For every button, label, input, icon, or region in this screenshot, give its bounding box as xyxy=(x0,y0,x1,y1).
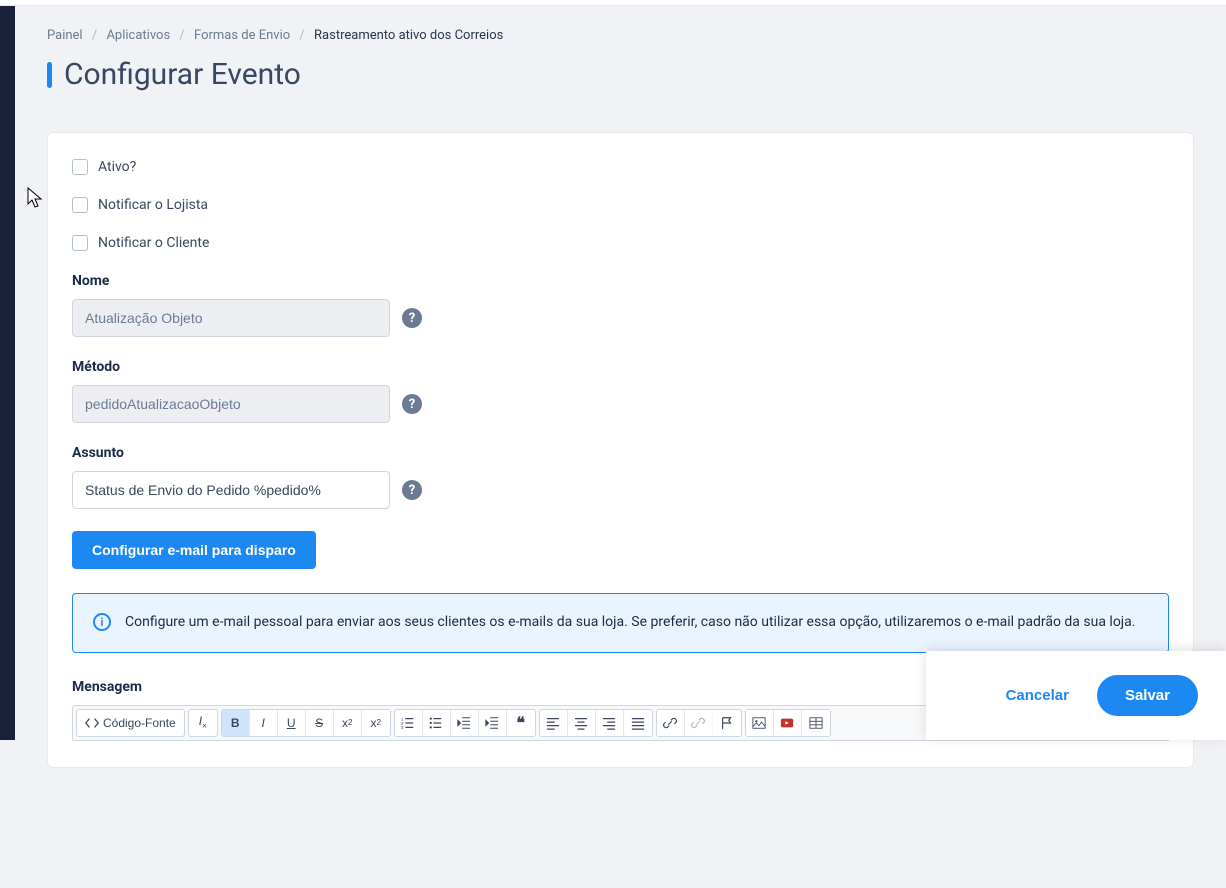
btn-configurar-email[interactable]: Configurar e-mail para disparo xyxy=(72,531,316,569)
table-icon xyxy=(809,716,823,730)
toolbar-table-button[interactable] xyxy=(802,710,830,736)
indent-icon xyxy=(485,716,499,730)
topbar xyxy=(0,0,1226,6)
breadcrumb-current: Rastreamento ativo dos Correios xyxy=(314,28,503,43)
breadcrumb: Painel / Aplicativos / Formas de Envio /… xyxy=(47,28,1194,43)
toolbar-italic-button[interactable]: I xyxy=(250,710,278,736)
checkbox-label: Notificar o Cliente xyxy=(98,235,209,251)
breadcrumb-link-painel[interactable]: Painel xyxy=(47,28,83,43)
toolbar-underline-button[interactable]: U xyxy=(278,710,306,736)
toolbar-source-label: Código-Fonte xyxy=(103,716,176,730)
checkbox-notificar-cliente[interactable]: Notificar o Cliente xyxy=(72,235,1169,251)
align-right-icon xyxy=(602,716,616,730)
toolbar-anchor-button[interactable] xyxy=(713,710,741,736)
help-icon[interactable]: ? xyxy=(402,480,422,500)
checkbox-label: Ativo? xyxy=(98,159,136,175)
checkbox-icon xyxy=(72,197,88,213)
ol-icon: 123 xyxy=(401,716,415,730)
toolbar-align-left-button[interactable] xyxy=(540,710,568,736)
toolbar-align-justify-button[interactable] xyxy=(624,710,652,736)
cancel-button[interactable]: Cancelar xyxy=(1006,687,1069,704)
input-nome[interactable] xyxy=(72,299,390,337)
checkbox-ativo[interactable]: Ativo? xyxy=(72,159,1169,175)
toolbar-indent-button[interactable] xyxy=(479,710,507,736)
breadcrumb-separator: / xyxy=(179,28,184,43)
info-box: i Configure um e-mail pessoal para envia… xyxy=(72,593,1169,653)
toolbar-align-center-button[interactable] xyxy=(568,710,596,736)
field-metodo: Método ? xyxy=(72,359,1169,423)
info-icon: i xyxy=(93,613,111,631)
save-button[interactable]: Salvar xyxy=(1097,675,1198,716)
page-title: Configurar Evento xyxy=(64,57,301,92)
outdent-icon xyxy=(457,716,471,730)
toolbar-bullet-list-button[interactable] xyxy=(423,710,451,736)
input-assunto[interactable] xyxy=(72,471,390,509)
checkbox-icon xyxy=(72,159,88,175)
field-label-metodo: Método xyxy=(72,359,1169,375)
sidebar xyxy=(0,0,15,740)
toolbar-subscript-button[interactable]: x2 xyxy=(334,710,362,736)
breadcrumb-separator: / xyxy=(299,28,304,43)
toolbar-unlink-button[interactable] xyxy=(685,710,713,736)
title-accent-bar xyxy=(47,62,52,88)
link-icon xyxy=(663,716,677,730)
toolbar-source-button[interactable]: Código-Fonte xyxy=(77,710,184,736)
image-icon xyxy=(752,716,766,730)
main-content: Painel / Aplicativos / Formas de Envio /… xyxy=(15,0,1226,888)
video-icon xyxy=(780,716,794,730)
breadcrumb-link-aplicativos[interactable]: Aplicativos xyxy=(106,28,170,43)
checkbox-icon xyxy=(72,235,88,251)
toolbar-numbered-list-button[interactable]: 123 xyxy=(395,710,423,736)
toolbar-image-button[interactable] xyxy=(746,710,774,736)
field-assunto: Assunto ? xyxy=(72,445,1169,509)
align-justify-icon xyxy=(631,716,645,730)
checkbox-notificar-lojista[interactable]: Notificar o Lojista xyxy=(72,197,1169,213)
footer-action-bar: Cancelar Salvar xyxy=(926,651,1226,740)
help-icon[interactable]: ? xyxy=(402,394,422,414)
code-icon xyxy=(85,716,99,730)
field-label-nome: Nome xyxy=(72,273,1169,289)
flag-icon xyxy=(720,716,734,730)
info-text: Configure um e-mail pessoal para enviar … xyxy=(125,612,1135,634)
field-nome: Nome ? xyxy=(72,273,1169,337)
toolbar-remove-format-button[interactable]: I× xyxy=(189,710,217,736)
breadcrumb-link-formas-envio[interactable]: Formas de Envio xyxy=(194,28,290,43)
input-metodo[interactable] xyxy=(72,385,390,423)
toolbar-strike-button[interactable]: S xyxy=(306,710,334,736)
checkbox-label: Notificar o Lojista xyxy=(98,197,208,213)
ul-icon xyxy=(429,716,443,730)
toolbar-blockquote-button[interactable]: ❝ xyxy=(507,710,535,736)
page-title-wrap: Configurar Evento xyxy=(47,57,1194,92)
unlink-icon xyxy=(691,716,705,730)
align-center-icon xyxy=(574,716,588,730)
breadcrumb-separator: / xyxy=(92,28,97,43)
toolbar-video-button[interactable] xyxy=(774,710,802,736)
toolbar-link-button[interactable] xyxy=(657,710,685,736)
toolbar-align-right-button[interactable] xyxy=(596,710,624,736)
toolbar-outdent-button[interactable] xyxy=(451,710,479,736)
svg-text:3: 3 xyxy=(401,725,404,730)
help-icon[interactable]: ? xyxy=(402,308,422,328)
toolbar-superscript-button[interactable]: x2 xyxy=(362,710,390,736)
toolbar-bold-button[interactable]: B xyxy=(222,710,250,736)
field-label-assunto: Assunto xyxy=(72,445,1169,461)
align-left-icon xyxy=(546,716,560,730)
